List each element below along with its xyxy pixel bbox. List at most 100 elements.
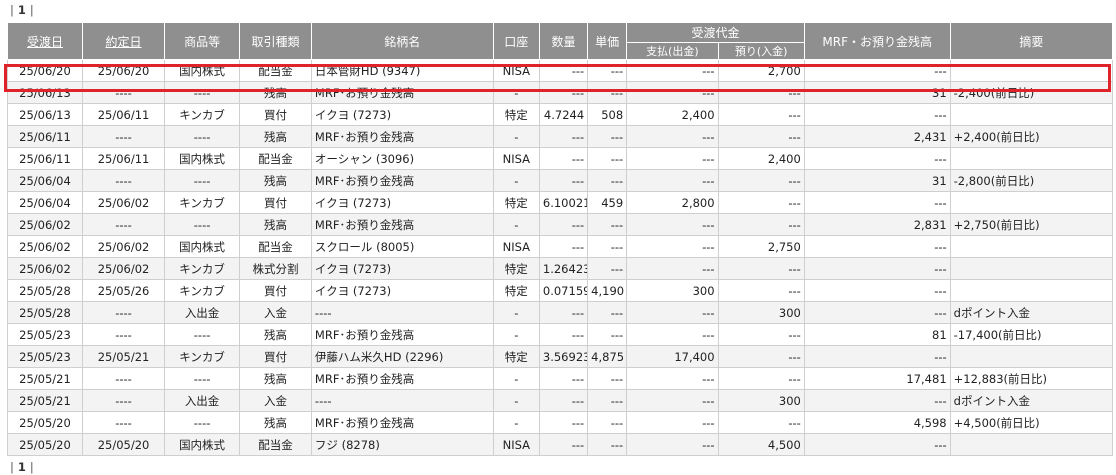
deposited-cell: --- [717,411,805,434]
summary-cell [949,257,1114,280]
delivery-date-cell: 25/05/20 [7,411,83,434]
delivery-date-cell: 25/05/28 [7,279,83,302]
summary-cell: dポイント入金 [949,301,1114,324]
table-row: 25/05/23 25/05/21 キンカブ 買付 伊藤ハム米久HD (2296) 特定 3… [7,345,1114,368]
transaction-type-cell: 配当金 [239,433,312,456]
contract-date-cell: 25/06/02 [81,191,166,214]
paid-out-cell: --- [626,433,719,456]
account-cell: - [492,301,540,324]
column-header-contract-date[interactable]: 約定日 [81,22,166,60]
quantity-cell: --- [538,411,589,434]
product-cell: 国内株式 [164,433,241,456]
summary-cell [949,103,1114,126]
product-cell: 入出金 [164,389,241,412]
account-cell: - [492,323,540,346]
product-cell: 国内株式 [164,235,241,258]
mrf-balance-cell: --- [803,301,951,324]
paid-out-cell: --- [626,125,719,148]
security-name-cell: MRF･お預り金残高 [310,125,494,148]
summary-cell: dポイント入金 [949,389,1114,412]
summary-cell: +12,883(前日比) [949,367,1114,390]
product-cell: ---- [164,213,241,236]
transaction-type-cell: 株式分割 [239,257,312,280]
table-row: 25/06/02 25/06/02 国内株式 配当金 スクロール (8005) NISA -… [7,235,1114,258]
paid-out-cell: --- [626,411,719,434]
mrf-balance-cell: --- [803,389,951,412]
page-number-current: 1 [17,460,26,474]
quantity-cell: --- [538,147,589,170]
delivery-date-cell: 25/05/28 [7,301,83,324]
deposited-cell: --- [717,345,805,368]
table-row: 25/06/11 ---- ---- 残高 MRF･お預り金残高 - --- --- --- --… [7,125,1114,148]
delivery-date-cell: 25/05/21 [7,367,83,390]
quantity-cell: --- [538,235,589,258]
summary-cell: -2,400(前日比) [949,81,1114,104]
unit-price-cell: --- [587,235,628,258]
table-row: 25/06/04 25/06/02 キンカブ 買付 イクヨ (7273) 特定 6.1002… [7,191,1114,214]
security-name-cell: イクヨ (7273) [310,103,494,126]
paid-out-cell: --- [626,389,719,412]
delivery-date-cell: 25/06/11 [7,147,83,170]
security-name-cell: イクヨ (7273) [310,191,494,214]
unit-price-cell: 4,190 [587,279,628,302]
security-name-cell: MRF･お預り金残高 [310,411,494,434]
security-name-cell: 日本管財HD (9347) [310,59,494,82]
product-cell: 国内株式 [164,147,241,170]
summary-cell [949,345,1114,368]
contract-date-cell: 25/06/02 [81,235,166,258]
contract-date-cell: ---- [81,81,166,104]
account-cell: - [492,169,540,192]
paid-out-cell: --- [626,81,719,104]
deposited-cell: 300 [717,389,805,412]
transaction-type-cell: 残高 [239,213,312,236]
account-cell: NISA [492,147,540,170]
account-cell: 特定 [492,191,540,214]
account-cell: 特定 [492,279,540,302]
column-header-delivery-date[interactable]: 受渡日 [7,22,83,60]
delivery-date-cell: 25/06/02 [7,213,83,236]
security-name-cell: MRF･お預り金残高 [310,213,494,236]
product-cell: ---- [164,169,241,192]
unit-price-cell: --- [587,169,628,192]
product-cell: キンカブ [164,345,241,368]
deposited-cell: --- [717,81,805,104]
product-cell: ---- [164,125,241,148]
table-row: 25/06/04 ---- ---- 残高 MRF･お預り金残高 - --- --- --- --… [7,169,1114,192]
account-cell: 特定 [492,257,540,280]
delivery-date-cell: 25/06/02 [7,257,83,280]
product-cell: キンカブ [164,103,241,126]
paid-out-cell: 300 [626,279,719,302]
unit-price-cell: --- [587,301,628,324]
deposited-cell: 2,700 [717,59,805,82]
account-cell: - [492,411,540,434]
column-header-paid-out: 支払(出金) [626,42,719,60]
unit-price-cell: 508 [587,103,628,126]
table-row: 25/06/13 25/06/11 キンカブ 買付 イクヨ (7273) 特定 4.7244… [7,103,1114,126]
table-row: 25/05/20 ---- ---- 残高 MRF･お預り金残高 - --- --- --- --… [7,411,1114,434]
table-row: 25/05/28 25/05/26 キンカブ 買付 イクヨ (7273) 特定 0.0715… [7,279,1114,302]
pager-divider: | [29,3,34,17]
contract-date-cell: 25/06/11 [81,103,166,126]
security-name-cell: 伊藤ハム米久HD (2296) [310,345,494,368]
summary-cell: -17,400(前日比) [949,323,1114,346]
transaction-type-cell: 残高 [239,81,312,104]
column-header-product: 商品等 [164,22,241,60]
quantity-cell: --- [538,59,589,82]
mrf-balance-cell: 81 [803,323,951,346]
delivery-date-cell: 25/05/20 [7,433,83,456]
table-row: 25/05/21 ---- ---- 残高 MRF･お預り金残高 - --- --- --- --… [7,367,1114,390]
security-name-cell: オーシャン (3096) [310,147,494,170]
product-cell: キンカブ [164,257,241,280]
security-name-cell: フジ (8278) [310,433,494,456]
security-name-cell: スクロール (8005) [310,235,494,258]
contract-date-cell: ---- [81,301,166,324]
table-row: 25/06/13 ---- ---- 残高 MRF･お預り金残高 - --- --- --- --… [7,81,1114,104]
delivery-date-cell: 25/05/23 [7,323,83,346]
mrf-balance-cell: 2,831 [803,213,951,236]
account-cell: NISA [492,235,540,258]
deposited-cell: --- [717,103,805,126]
summary-cell [949,147,1114,170]
contract-date-cell: ---- [81,323,166,346]
transaction-type-cell: 買付 [239,103,312,126]
transaction-history-table: 受渡日 約定日 商品等 取引種類 銘柄名 口座 数量 単価 受渡代金 MRF・お… [7,22,1114,456]
